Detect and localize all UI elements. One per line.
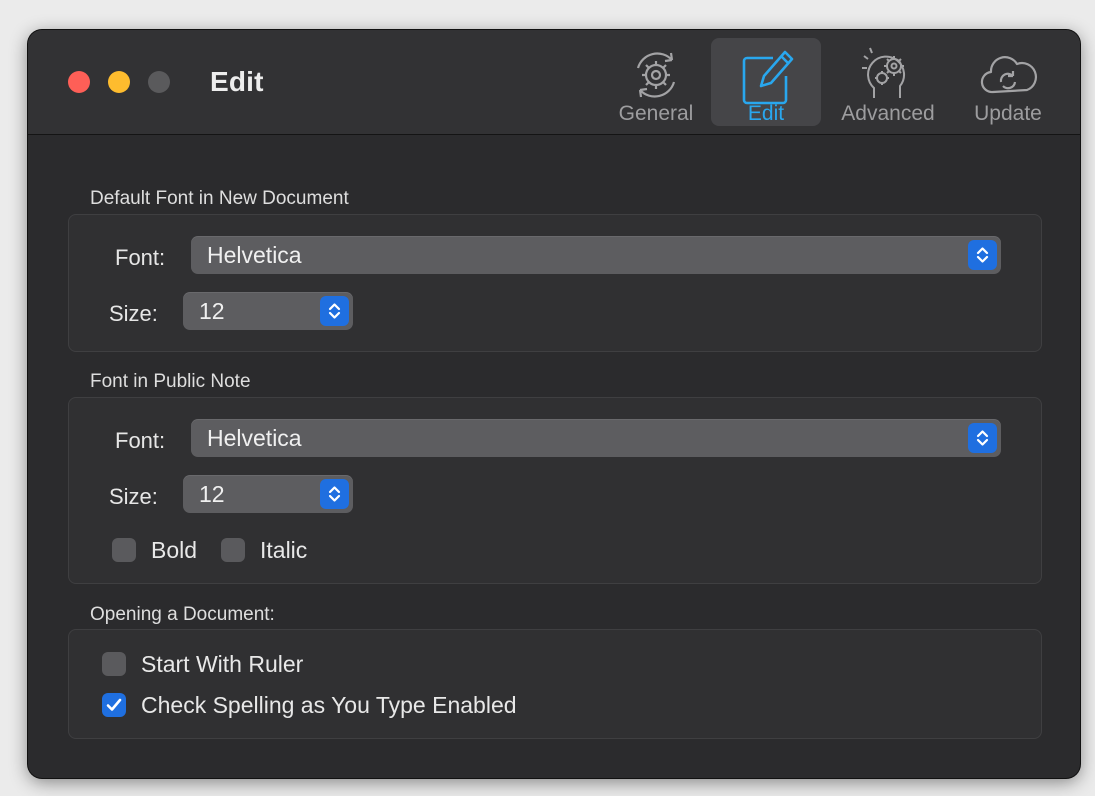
italic-checkbox[interactable] (221, 538, 245, 562)
toolbar-label-edit: Edit (747, 102, 785, 125)
start-with-ruler-label: Start With Ruler (141, 651, 304, 677)
titlebar: Edit General Edit Advanced Update (28, 30, 1080, 135)
pencil-square-icon (742, 50, 794, 105)
toolbar-label-advanced: Advanced (841, 102, 935, 125)
toolbar-tab-general[interactable]: General (601, 38, 711, 126)
group-public-note: Font: Helvetica Size: 12 Bold Italic (68, 397, 1042, 584)
font-label: Font: (115, 428, 166, 453)
default-font-popup[interactable]: Helvetica (191, 236, 1001, 274)
group-default-font: Font: Helvetica Size: 12 (68, 214, 1042, 352)
preferences-window: Edit General Edit Advanced Update Defaul… (28, 30, 1080, 778)
check-spelling-label: Check Spelling as You Type Enabled (141, 692, 517, 718)
public-font-value: Helvetica (207, 425, 302, 451)
toolbar-tab-edit[interactable]: Edit (711, 38, 821, 126)
section-title-opening: Opening a Document: (90, 604, 275, 625)
default-size-value: 12 (199, 298, 225, 324)
font-label: Font: (115, 245, 166, 270)
zoom-button[interactable] (148, 71, 170, 93)
start-with-ruler-checkbox[interactable] (102, 652, 126, 676)
toolbar-label-update: Update (974, 102, 1042, 125)
public-size-value: 12 (199, 481, 225, 507)
chevron-up-down-icon (320, 296, 349, 326)
section-title-default-font: Default Font in New Document (90, 188, 349, 209)
bold-checkbox[interactable] (112, 538, 136, 562)
head-gears-icon (862, 47, 905, 98)
chevron-up-down-icon (968, 423, 997, 453)
toolbar-label-general: General (618, 102, 694, 125)
checkmark-icon (106, 698, 122, 711)
public-size-popup[interactable]: 12 (183, 475, 353, 513)
gear-refresh-icon (636, 52, 676, 98)
chevron-up-down-icon (320, 479, 349, 509)
toolbar-tab-advanced[interactable]: Advanced (833, 38, 943, 126)
bold-label: Bold (151, 537, 198, 563)
size-label: Size: (109, 484, 158, 509)
close-button[interactable] (68, 71, 90, 93)
screen: Edit General Edit Advanced Update Defaul… (0, 0, 1095, 796)
section-title-public-note: Font in Public Note (90, 371, 251, 392)
check-spelling-checkbox[interactable] (102, 693, 126, 717)
default-font-value: Helvetica (207, 242, 302, 268)
size-label: Size: (109, 301, 158, 326)
public-font-popup[interactable]: Helvetica (191, 419, 1001, 457)
group-opening: Start With Ruler Check Spelling as You T… (68, 629, 1042, 739)
toolbar-tab-update[interactable]: Update (953, 38, 1063, 126)
window-title: Edit (210, 66, 264, 97)
italic-label: Italic (260, 537, 308, 563)
minimize-button[interactable] (108, 71, 130, 93)
cloud-refresh-icon (980, 56, 1038, 94)
chevron-up-down-icon (968, 240, 997, 270)
default-size-popup[interactable]: 12 (183, 292, 353, 330)
